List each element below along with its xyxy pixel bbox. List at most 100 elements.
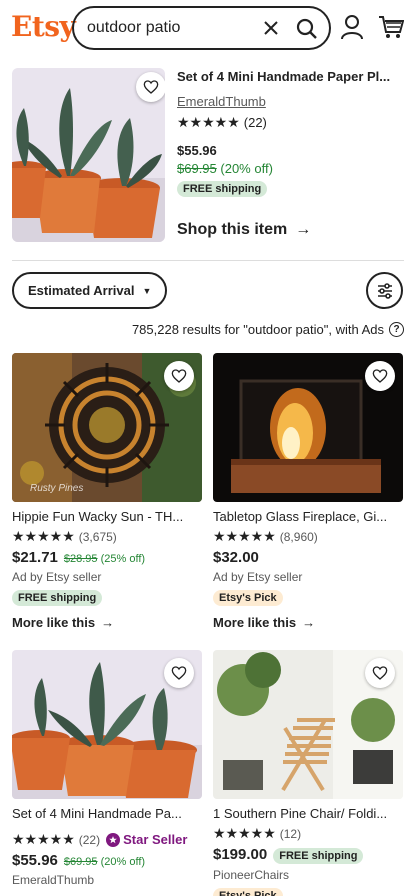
- review-count: (22): [78, 832, 101, 847]
- heart-icon: [372, 666, 388, 680]
- badge-wrap: Etsy's Pick: [213, 886, 403, 896]
- shipping-badge-wrap: FREE shipping: [177, 179, 268, 197]
- star-rating: ★★★★★: [213, 528, 276, 544]
- arrow-right-icon: →: [295, 221, 312, 238]
- listing-price-row: $21.71 $28.95 (25% off): [12, 549, 202, 566]
- review-count: (22): [243, 115, 267, 130]
- listing-price-row: $55.96 $69.95 (20% off): [12, 852, 202, 869]
- heart-icon: [171, 369, 187, 383]
- etsy-logo[interactable]: Etsy: [11, 10, 76, 43]
- favorite-button[interactable]: [164, 658, 194, 688]
- info-icon[interactable]: ?: [389, 322, 404, 337]
- favorite-button[interactable]: [164, 361, 194, 391]
- strikethrough-price: $69.95: [63, 856, 98, 868]
- clear-search-icon[interactable]: [261, 18, 281, 38]
- filter-button[interactable]: [366, 272, 403, 309]
- arrow-right-icon: →: [302, 615, 316, 630]
- results-count: 785,228 results for "outdoor patio", wit…: [132, 322, 404, 337]
- more-like-this-label: More like this: [213, 615, 297, 630]
- strikethrough-price: $69.95: [177, 161, 217, 176]
- free-shipping-badge: FREE shipping: [273, 848, 364, 864]
- review-count: (8,960): [279, 529, 318, 544]
- sort-label: Estimated Arrival: [28, 283, 135, 298]
- heart-icon: [171, 666, 187, 680]
- review-count: (12): [279, 826, 302, 841]
- listing-card[interactable]: Rusty Pines Hippie Fun Wacky Sun - TH...…: [12, 353, 202, 630]
- featured-rating: ★★★★★ (22): [177, 114, 267, 131]
- search-bar[interactable]: outdoor patio: [72, 6, 331, 50]
- original-price-wrap: $69.95 (20% off): [64, 856, 145, 868]
- listing-rating: ★★★★★ (12): [213, 825, 403, 842]
- user-icon[interactable]: [340, 14, 364, 40]
- divider: [12, 260, 404, 261]
- shop-name[interactable]: EmeraldThumb: [12, 873, 202, 887]
- featured-shop-link[interactable]: EmeraldThumb: [177, 94, 266, 109]
- heart-icon: [143, 80, 159, 94]
- featured-listing[interactable]: Set of 4 Mini Handmade Paper Pl... Emera…: [12, 68, 404, 242]
- image-watermark: Rusty Pines: [30, 483, 84, 494]
- listing-title[interactable]: Set of 4 Mini Handmade Pa...: [12, 806, 202, 821]
- listing-title[interactable]: Tabletop Glass Fireplace, Gi...: [213, 509, 403, 524]
- star-rating: ★★★★★: [12, 528, 75, 544]
- listing-price: $55.96: [12, 852, 58, 869]
- listing-rating: ★★★★★ (3,675): [12, 528, 202, 545]
- more-like-this-link[interactable]: More like this →: [12, 615, 202, 630]
- sort-dropdown[interactable]: Estimated Arrival ▼: [12, 272, 167, 309]
- header: Etsy outdoor patio: [0, 0, 414, 58]
- shop-this-item-label: Shop this item: [177, 221, 288, 238]
- etsys-pick-badge: Etsy's Pick: [213, 888, 283, 896]
- ad-label: Ad by Etsy seller: [12, 570, 102, 584]
- listing-title[interactable]: 1 Southern Pine Chair/ Foldi...: [213, 806, 403, 821]
- star-seller-label: Star Seller: [123, 832, 188, 847]
- search-input[interactable]: outdoor patio: [87, 19, 329, 37]
- listing-price: $32.00: [213, 549, 259, 566]
- heart-icon: [372, 369, 388, 383]
- favorite-button[interactable]: [136, 72, 165, 102]
- listing-price-row: $32.00: [213, 549, 403, 566]
- listing-rating: ★★★★★ (22) Star Seller: [12, 831, 202, 848]
- listing-price: $199.00: [213, 846, 268, 863]
- featured-price: $55.96: [177, 143, 217, 158]
- strikethrough-price: $28.95: [63, 553, 98, 565]
- discount-label: (20% off): [220, 161, 273, 176]
- listing-image[interactable]: [213, 650, 403, 799]
- badge-wrap: Etsy's Pick: [213, 588, 403, 606]
- favorite-button[interactable]: [365, 658, 395, 688]
- listing-price-row: $199.00 FREE shipping: [213, 846, 403, 864]
- featured-image[interactable]: [12, 68, 165, 242]
- caret-down-icon: ▼: [142, 285, 152, 296]
- listing-image[interactable]: [213, 353, 403, 502]
- listing-card[interactable]: Set of 4 Mini Handmade Pa... ★★★★★ (22) …: [12, 650, 202, 887]
- original-price-wrap: $28.95 (25% off): [64, 553, 145, 565]
- filter-sliders-icon: [377, 282, 392, 299]
- star-rating: ★★★★★: [213, 825, 276, 841]
- listing-price: $21.71: [12, 549, 58, 566]
- cart-icon[interactable]: [378, 14, 404, 40]
- search-icon[interactable]: [295, 17, 319, 41]
- badge-wrap: FREE shipping: [12, 588, 202, 606]
- results-text: 785,228 results for "outdoor patio", wit…: [131, 322, 384, 337]
- shop-name[interactable]: PioneerChairs: [213, 868, 403, 882]
- favorite-button[interactable]: [365, 361, 395, 391]
- featured-title[interactable]: Set of 4 Mini Handmade Paper Pl...: [177, 69, 402, 84]
- listing-title[interactable]: Hippie Fun Wacky Sun - TH...: [12, 509, 202, 524]
- listing-image[interactable]: [12, 650, 202, 799]
- arrow-right-icon: →: [101, 615, 115, 630]
- featured-original-price: $69.95 (20% off): [177, 161, 273, 176]
- free-shipping-badge: FREE shipping: [12, 590, 103, 606]
- listing-card[interactable]: 1 Southern Pine Chair/ Foldi... ★★★★★ (1…: [213, 650, 403, 896]
- more-like-this-link[interactable]: More like this →: [213, 615, 403, 630]
- discount-label: (25% off): [100, 553, 146, 565]
- listing-card[interactable]: Tabletop Glass Fireplace, Gi... ★★★★★ (8…: [213, 353, 403, 630]
- star-seller-badge: Star Seller: [106, 832, 187, 847]
- review-count: (3,675): [78, 529, 117, 544]
- star-rating: ★★★★★: [177, 114, 240, 130]
- shop-this-item-link[interactable]: Shop this item →: [177, 221, 311, 239]
- discount-label: (20% off): [100, 856, 146, 868]
- free-shipping-badge: FREE shipping: [177, 181, 268, 197]
- star-rating: ★★★★★: [12, 831, 75, 847]
- more-like-this-label: More like this: [12, 615, 96, 630]
- listing-image[interactable]: Rusty Pines: [12, 353, 202, 502]
- etsys-pick-badge: Etsy's Pick: [213, 590, 283, 606]
- ad-label: Ad by Etsy seller: [213, 570, 303, 584]
